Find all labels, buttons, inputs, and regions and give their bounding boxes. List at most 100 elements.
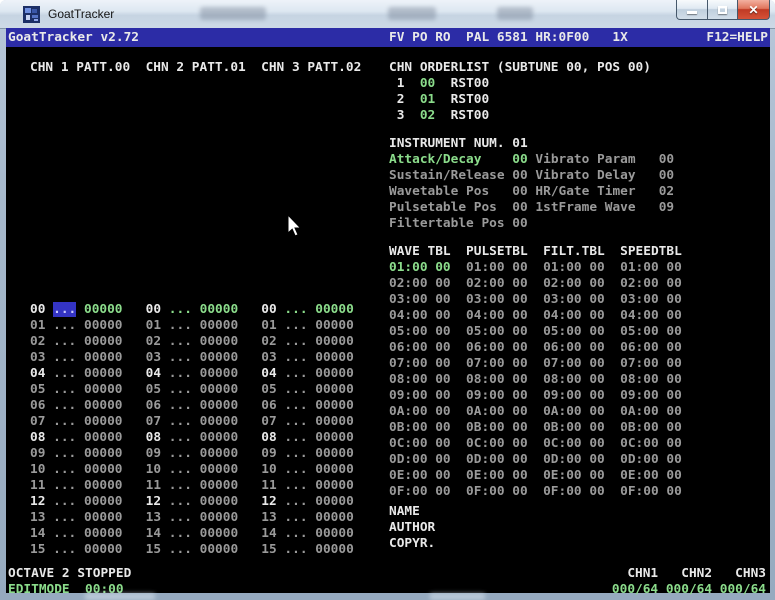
pattern-note-cell[interactable]: ... [169, 382, 192, 397]
pattern-data-cell[interactable]: 00000 [200, 510, 239, 525]
table-cell[interactable]: 0B:00 00 [543, 420, 620, 435]
table-cell[interactable]: 0D:00 00 [543, 452, 620, 467]
param-value[interactable]: 00 [659, 168, 674, 183]
pattern-note-cell[interactable]: ... [53, 430, 76, 445]
pattern-note-cell[interactable]: ... [53, 478, 76, 493]
pattern-data-cell[interactable]: 00000 [84, 494, 123, 509]
table-cell[interactable]: 08:00 00 [620, 372, 682, 387]
table-cell[interactable]: 02:00 00 [389, 276, 466, 291]
table-cell[interactable]: 02:00 00 [466, 276, 543, 291]
table-cell[interactable]: 0F:00 00 [466, 484, 543, 499]
pattern-data-cell[interactable]: 00000 [200, 318, 239, 333]
table-cell[interactable]: 09:00 00 [620, 388, 682, 403]
orderlist-restart[interactable]: RST00 [435, 108, 489, 123]
table-cell[interactable]: 0D:00 00 [389, 452, 466, 467]
param-value[interactable]: 00 [512, 152, 527, 167]
pattern-note-cell[interactable]: ... [169, 510, 192, 525]
table-cell[interactable]: 0E:00 00 [389, 468, 466, 483]
pattern-data-cell[interactable]: 00000 [315, 478, 354, 493]
table-cell[interactable]: 05:00 00 [620, 324, 682, 339]
pattern-note-cell[interactable]: ... [169, 494, 192, 509]
pattern-note-cell[interactable]: ... [53, 350, 76, 365]
pattern-data-cell[interactable]: 00000 [315, 430, 354, 445]
table-cell[interactable]: 04:00 00 [620, 308, 682, 323]
pattern-data-cell[interactable]: 00000 [315, 542, 354, 557]
table-cell[interactable]: 0B:00 00 [389, 420, 466, 435]
pattern-data-cell[interactable]: 00000 [200, 398, 239, 413]
pattern-data-cell[interactable]: 00000 [315, 334, 354, 349]
table-cell[interactable]: 07:00 00 [389, 356, 466, 371]
table-cell[interactable]: 0A:00 00 [543, 404, 620, 419]
pattern-data-cell[interactable]: 00000 [315, 446, 354, 461]
pattern-note-cell[interactable]: ... [53, 414, 76, 429]
param-value[interactable]: 00 [512, 200, 527, 215]
pattern-data-cell[interactable]: 00000 [200, 366, 239, 381]
pattern-note-cell[interactable]: ... [169, 526, 192, 541]
param-value[interactable]: 00 [512, 168, 527, 183]
pattern-note-cell[interactable]: ... [169, 542, 192, 557]
pattern-note-cell[interactable]: ... [53, 494, 76, 509]
orderlist-entry[interactable]: 01 [420, 92, 435, 107]
pattern-data-cell[interactable]: 00000 [84, 526, 123, 541]
pattern-data-cell[interactable]: 00000 [315, 302, 354, 317]
pattern-note-cell[interactable]: ... [284, 526, 307, 541]
pattern-data-cell[interactable]: 00000 [315, 318, 354, 333]
table-cell[interactable]: 0F:00 00 [389, 484, 466, 499]
param-value[interactable]: 02 [659, 184, 674, 199]
pattern-note-cell[interactable]: ... [284, 414, 307, 429]
pattern-data-cell[interactable]: 00000 [84, 382, 123, 397]
pattern-note-cell[interactable]: ... [169, 302, 192, 317]
pattern-note-cell[interactable]: ... [53, 510, 76, 525]
pattern-data-cell[interactable]: 00000 [84, 462, 123, 477]
table-cell[interactable]: 0E:00 00 [543, 468, 620, 483]
pattern-note-cell[interactable]: ... [284, 510, 307, 525]
table-cell[interactable]: 0D:00 00 [620, 452, 682, 467]
table-cell[interactable]: 07:00 00 [466, 356, 543, 371]
pattern-data-cell[interactable]: 00000 [200, 446, 239, 461]
pattern-data-cell[interactable]: 00000 [315, 414, 354, 429]
minimize-button[interactable] [676, 0, 708, 20]
table-cell[interactable]: 0D:00 00 [466, 452, 543, 467]
pattern-data-cell[interactable]: 00000 [200, 350, 239, 365]
pattern-note-cell[interactable]: ... [53, 398, 76, 413]
table-cell[interactable]: 09:00 00 [466, 388, 543, 403]
table-cell[interactable]: 03:00 00 [620, 292, 682, 307]
table-cell[interactable]: 08:00 00 [543, 372, 620, 387]
table-cell[interactable]: 0B:00 00 [620, 420, 682, 435]
table-cell[interactable]: 06:00 00 [466, 340, 543, 355]
pattern-note-cell[interactable]: ... [169, 478, 192, 493]
table-cell[interactable]: 0B:00 00 [466, 420, 543, 435]
pattern-data-cell[interactable]: 00000 [200, 478, 239, 493]
pattern-data-cell[interactable]: 00000 [84, 478, 123, 493]
table-cell[interactable]: 0F:00 00 [543, 484, 620, 499]
song-name-label[interactable]: NAME [389, 504, 420, 520]
param-value[interactable]: 00 [512, 216, 527, 231]
pattern-note-cell[interactable]: ... [53, 334, 76, 349]
pattern-note-cell[interactable]: ... [169, 366, 192, 381]
pattern-note-cell[interactable]: ... [169, 334, 192, 349]
song-author-label[interactable]: AUTHOR [389, 520, 435, 536]
orderlist-restart[interactable]: RST00 [435, 76, 489, 91]
song-copyright-label[interactable]: COPYR. [389, 536, 435, 552]
pattern-data-cell[interactable]: 00000 [200, 494, 239, 509]
pattern-data-cell[interactable]: 00000 [84, 398, 123, 413]
pattern-data-cell[interactable]: 00000 [84, 414, 123, 429]
table-cell[interactable]: 04:00 00 [466, 308, 543, 323]
pattern-data-cell[interactable]: 00000 [315, 462, 354, 477]
pattern-data-cell[interactable]: 00000 [200, 302, 239, 317]
pattern-note-cell[interactable]: ... [53, 542, 76, 557]
table-cell[interactable]: 0E:00 00 [620, 468, 682, 483]
table-cell[interactable]: 05:00 00 [389, 324, 466, 339]
pattern-data-cell[interactable]: 00000 [315, 366, 354, 381]
pattern-note-cell[interactable]: ... [169, 430, 192, 445]
pattern-note-cell[interactable]: ... [53, 382, 76, 397]
pattern-note-cell[interactable]: ... [284, 302, 307, 317]
table-cell[interactable]: 08:00 00 [389, 372, 466, 387]
pattern-data-cell[interactable]: 00000 [84, 542, 123, 557]
pattern-data-cell[interactable]: 00000 [315, 382, 354, 397]
pattern-data-cell[interactable]: 00000 [84, 334, 123, 349]
table-cell[interactable]: 01:00 00 [620, 260, 682, 275]
pattern-data-cell[interactable]: 00000 [84, 350, 123, 365]
pattern-data-cell[interactable]: 00000 [84, 446, 123, 461]
orderlist-entry[interactable]: 00 [420, 76, 435, 91]
